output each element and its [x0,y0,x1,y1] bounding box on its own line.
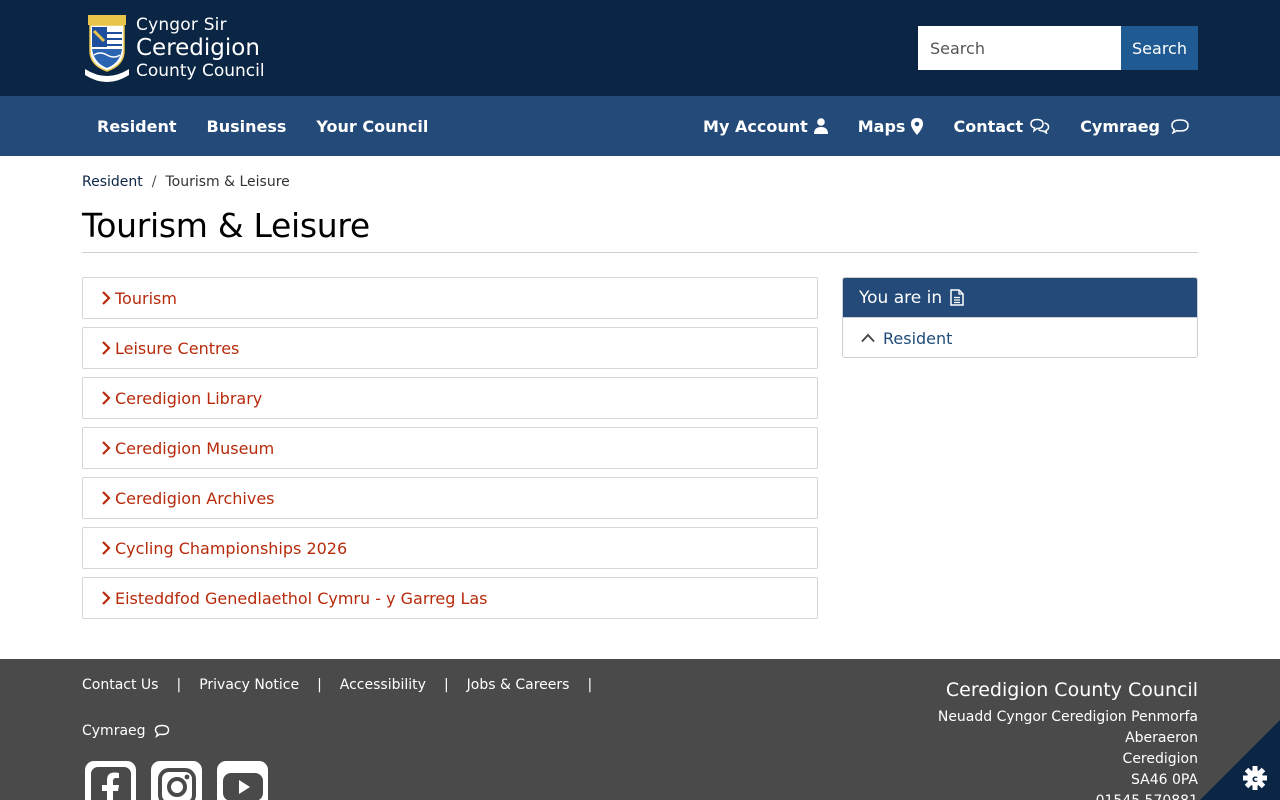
footer-cymraeg-label: Cymraeg [82,723,146,739]
crest-icon [85,15,129,82]
map-marker-icon [911,117,924,135]
chevron-right-icon [102,591,111,605]
chevron-up-icon [861,333,875,343]
breadcrumb-separator: / [151,174,157,190]
instagram-link[interactable] [151,761,202,800]
accordion-label: Cycling Championships 2026 [115,538,348,558]
title-divider [82,252,1198,253]
you-are-in-heading: You are in [843,278,1197,317]
nav-contact[interactable]: Contact [938,117,1065,136]
accordion-tourism[interactable]: Tourism [82,277,818,319]
site-footer: Contact Us | Privacy Notice | Accessibil… [0,659,1280,800]
accordion-ceredigion-archives[interactable]: Ceredigion Archives [82,477,818,519]
comment-icon [154,724,169,738]
nav-cymraeg[interactable]: Cymraeg [1065,117,1198,136]
you-are-in-item-label: Resident [883,328,953,348]
address-line: Neuadd Cyngor Ceredigion Penmorfa [937,709,1198,725]
logo-line-2: Ceredigion [136,34,260,61]
social-links [85,761,283,800]
accordion-cycling-championships[interactable]: Cycling Championships 2026 [82,527,818,569]
search-button[interactable]: Search [1121,26,1198,70]
address-name: Ceredigion County Council [945,679,1198,701]
footer-link-privacy-notice[interactable]: Privacy Notice [199,677,299,693]
footer-link-accessibility[interactable]: Accessibility [340,677,426,693]
cookie-settings-button[interactable]: c [1200,720,1280,800]
accordion-ceredigion-library[interactable]: Ceredigion Library [82,377,818,419]
site-search: Search [918,26,1198,70]
nav-cymraeg-label: Cymraeg [1080,116,1160,136]
gear-icon: c [1243,766,1267,790]
instagram-icon [157,767,196,800]
comment-icon [1171,119,1189,134]
chevron-right-icon [102,341,111,355]
chevron-right-icon [102,541,111,555]
footer-divider: | [587,677,593,693]
accordion-label: Ceredigion Library [115,388,263,408]
accordion-label: Ceredigion Museum [115,438,275,458]
search-input[interactable] [918,26,1121,70]
nav-my-account[interactable]: My Account [688,117,843,136]
accordion-label: Tourism [115,288,177,308]
accordion-leisure-centres[interactable]: Leisure Centres [82,327,818,369]
user-icon [813,118,828,134]
document-icon [950,289,964,306]
site-header: Cyngor Sir Ceredigion County Council Sea… [0,0,1280,96]
you-are-in-label: You are in [859,287,943,308]
breadcrumb-current: Tourism & Leisure [165,174,290,190]
accordion-label: Ceredigion Archives [115,488,275,508]
address-line: SA46 0PA [1130,772,1198,788]
nav-my-account-label: My Account [703,116,808,136]
main-navigation: Resident Business Your Council My Accoun… [0,96,1280,156]
footer-link-contact-us[interactable]: Contact Us [82,677,158,693]
breadcrumb: Resident / Tourism & Leisure [82,174,290,190]
footer-divider: | [443,677,449,693]
nav-your-council[interactable]: Your Council [301,117,443,136]
youtube-link[interactable] [217,761,268,800]
footer-divider: | [176,677,182,693]
page-title: Tourism & Leisure [82,206,370,245]
comments-icon [1030,118,1050,134]
nav-maps[interactable]: Maps [843,117,939,136]
nav-resident[interactable]: Resident [82,117,192,136]
address-line: Aberaeron [1125,730,1198,746]
accordion-ceredigion-museum[interactable]: Ceredigion Museum [82,427,818,469]
chevron-right-icon [102,391,111,405]
accordion-label: Eisteddfod Genedlaethol Cymru - y Garreg… [115,588,488,608]
address-phone: 01545 570881 [938,791,1198,800]
footer-links: Contact Us | Privacy Notice | Accessibil… [82,677,610,693]
footer-divider: | [317,677,322,693]
address-line: Ceredigion [1122,751,1198,767]
chevron-right-icon [102,291,111,305]
accordion-label: Leisure Centres [115,338,240,358]
you-are-in-panel: You are in Resident [842,277,1198,358]
facebook-link[interactable] [85,761,136,800]
logo-line-3: County Council [136,60,265,81]
chevron-right-icon [102,491,111,505]
council-logo[interactable]: Cyngor Sir Ceredigion County Council [82,12,272,84]
logo-line-1: Cyngor Sir [136,14,227,35]
facebook-icon [90,766,131,800]
accordion-eisteddfod[interactable]: Eisteddfod Genedlaethol Cymru - y Garreg… [82,577,818,619]
chevron-right-icon [102,441,111,455]
nav-contact-label: Contact [953,116,1024,136]
nav-business[interactable]: Business [192,117,302,136]
council-address: Ceredigion County Council Neuadd Cyngor … [938,679,1198,800]
footer-link-jobs-careers[interactable]: Jobs & Careers [467,677,570,693]
breadcrumb-resident-link[interactable]: Resident [82,174,143,190]
youtube-icon [222,772,263,800]
you-are-in-resident-link[interactable]: Resident [843,317,1197,357]
nav-maps-label: Maps [857,116,906,136]
footer-cymraeg-link[interactable]: Cymraeg [82,723,170,739]
svg-text:c: c [1252,774,1258,785]
